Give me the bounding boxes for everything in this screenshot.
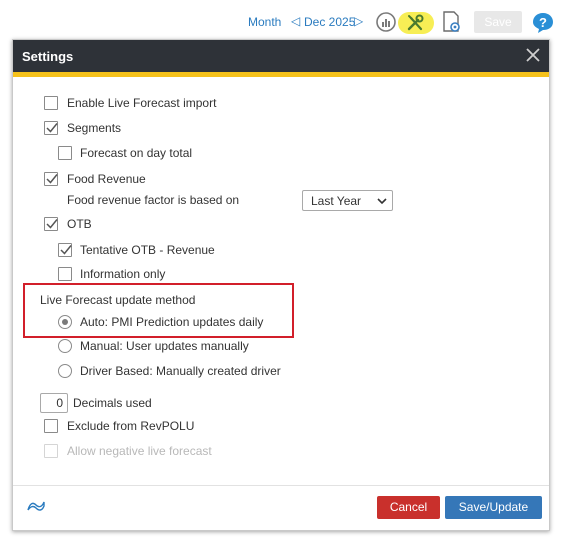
dialog-title: Settings xyxy=(22,49,74,64)
exclude-revpolu-checkbox[interactable] xyxy=(44,419,58,433)
check-icon xyxy=(46,174,58,184)
help-icon[interactable]: ? xyxy=(532,12,554,34)
tentative-otb-checkbox[interactable] xyxy=(58,243,72,257)
otb-label: OTB xyxy=(67,217,92,231)
food-factor-label: Food revenue factor is based on xyxy=(67,193,240,207)
information-only-checkbox[interactable] xyxy=(58,267,72,281)
otb-checkbox[interactable] xyxy=(44,217,58,231)
segments-label: Segments xyxy=(67,121,122,135)
top-toolbar: Month ◁ Dec 2025 ▷ Save ? xyxy=(0,0,563,40)
allow-negative-label: Allow negative live forecast xyxy=(67,444,212,458)
allow-negative-checkbox xyxy=(44,444,58,458)
auto-update-radio[interactable] xyxy=(58,315,72,329)
close-icon[interactable] xyxy=(524,46,542,64)
view-mode-selector[interactable]: Month xyxy=(248,15,281,29)
enable-live-import-label: Enable Live Forecast import xyxy=(67,96,217,110)
settings-dialog: Settings Enable Live Forecast import Seg… xyxy=(12,39,550,531)
driver-update-label: Driver Based: Manually created driver xyxy=(80,364,281,378)
chevron-left-icon[interactable]: ◁ xyxy=(291,14,300,28)
gauge-chart-icon[interactable] xyxy=(375,11,397,33)
segments-checkbox[interactable] xyxy=(44,121,58,135)
tools-icon xyxy=(407,14,424,31)
save-update-button[interactable]: Save/Update xyxy=(445,496,542,519)
tools-button[interactable] xyxy=(398,12,434,34)
food-revenue-checkbox[interactable] xyxy=(44,172,58,186)
decimals-label: Decimals used xyxy=(73,396,152,410)
flag-icon[interactable] xyxy=(26,499,46,513)
check-icon xyxy=(60,245,72,255)
information-only-label: Information only xyxy=(80,267,166,281)
exclude-revpolu-label: Exclude from RevPOLU xyxy=(67,419,195,433)
dialog-header: Settings xyxy=(13,40,549,72)
forecast-day-total-label: Forecast on day total xyxy=(80,146,193,160)
tentative-otb-label: Tentative OTB - Revenue xyxy=(80,243,215,257)
check-icon xyxy=(46,123,58,133)
check-icon xyxy=(46,219,58,229)
forecast-day-total-checkbox[interactable] xyxy=(58,146,72,160)
cancel-button[interactable]: Cancel xyxy=(377,496,440,519)
enable-live-import-checkbox[interactable] xyxy=(44,96,58,110)
manual-update-radio[interactable] xyxy=(58,339,72,353)
footer-divider xyxy=(13,485,549,486)
period-label[interactable]: Dec 2025 xyxy=(304,15,355,29)
chevron-down-icon xyxy=(377,198,387,205)
auto-update-label: Auto: PMI Prediction updates daily xyxy=(80,315,264,329)
driver-update-radio[interactable] xyxy=(58,364,72,378)
update-method-highlight xyxy=(23,283,294,338)
manual-update-label: Manual: User updates manually xyxy=(80,339,249,353)
page-settings-icon[interactable] xyxy=(441,10,463,34)
update-method-heading: Live Forecast update method xyxy=(40,293,196,307)
chevron-right-icon[interactable]: ▷ xyxy=(354,14,363,28)
food-factor-value: Last Year xyxy=(311,194,362,208)
food-revenue-label: Food Revenue xyxy=(67,172,146,186)
svg-text:?: ? xyxy=(539,15,547,30)
decimals-input[interactable]: 0 xyxy=(40,393,68,413)
dialog-accent-bar xyxy=(13,72,549,77)
toolbar-save-button[interactable]: Save xyxy=(474,11,522,33)
food-factor-select[interactable]: Last Year xyxy=(302,190,393,211)
